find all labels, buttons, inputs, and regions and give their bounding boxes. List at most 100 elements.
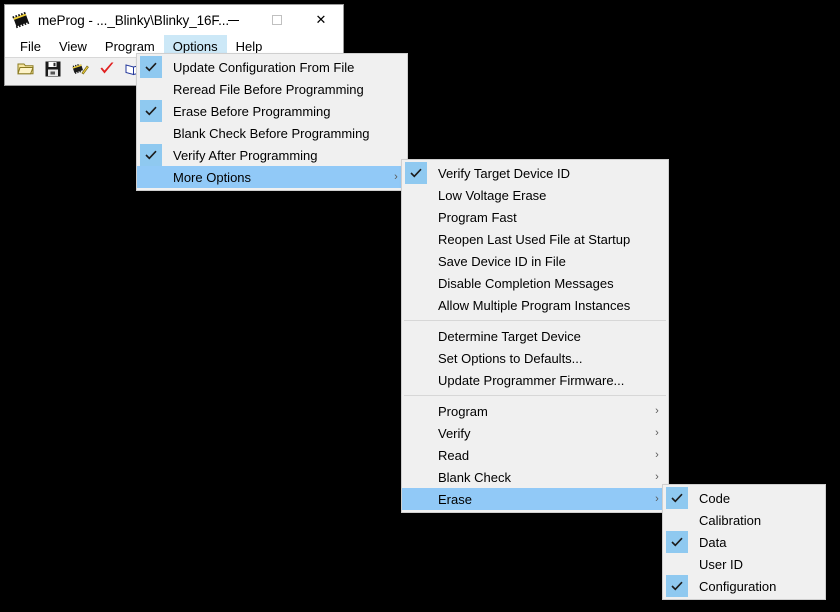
chevron-right-icon: › <box>655 449 659 461</box>
menu-item-verify-target-device-id[interactable]: Verify Target Device ID <box>402 162 668 184</box>
menu-item-label: Update Programmer Firmware... <box>438 372 625 388</box>
checkmark-slot <box>405 369 427 391</box>
menu-item-label: Erase Before Programming <box>173 103 331 119</box>
checkmark-slot <box>405 444 427 466</box>
chip-icon <box>10 9 32 31</box>
menu-item-update-configuration-from-file[interactable]: Update Configuration From File <box>137 56 407 78</box>
menubar-item-file[interactable]: File <box>11 35 50 57</box>
menu-item-label: Data <box>699 534 727 550</box>
checkmark-icon <box>666 531 688 553</box>
menu-item-program-fast[interactable]: Program Fast <box>402 206 668 228</box>
menu-item-set-options-to-defaults[interactable]: Set Options to Defaults... <box>402 347 668 369</box>
menu-item-label: Program <box>438 403 488 419</box>
checkmark-slot <box>405 250 427 272</box>
save-file-icon <box>45 61 61 82</box>
menu-item-blank-check-before-programming[interactable]: Blank Check Before Programming <box>137 122 407 144</box>
options-dropdown-menu: Update Configuration From File Reread Fi… <box>136 53 408 191</box>
checkmark-slot <box>405 272 427 294</box>
chevron-right-icon: › <box>655 471 659 483</box>
open-file-button[interactable] <box>15 61 37 83</box>
menu-item-label: Code <box>699 490 731 506</box>
menu-item-reread-file-before-programming[interactable]: Reread File Before Programming <box>137 78 407 100</box>
menu-item-label: Program Fast <box>438 209 517 225</box>
menu-item-low-voltage-erase[interactable]: Low Voltage Erase <box>402 184 668 206</box>
menu-item-erase-user-id[interactable]: User ID <box>663 553 825 575</box>
menu-item-erase-data[interactable]: Data <box>663 531 825 553</box>
checkmark-slot <box>405 294 427 316</box>
menu-item-erase[interactable]: Erase › <box>402 488 668 510</box>
menu-item-label: Read <box>438 447 470 463</box>
menu-item-label: Reread File Before Programming <box>173 81 364 97</box>
checkmark-slot <box>405 347 427 369</box>
chevron-right-icon: › <box>655 427 659 439</box>
verify-icon <box>99 61 115 82</box>
menu-item-label: Save Device ID in File <box>438 253 566 269</box>
checkmark-slot <box>405 466 427 488</box>
close-icon: ✕ <box>315 12 327 27</box>
menu-item-read[interactable]: Read › <box>402 444 668 466</box>
program-device-button[interactable] <box>69 61 91 83</box>
open-file-icon <box>17 61 35 82</box>
maximize-button[interactable] <box>255 5 299 35</box>
checkmark-icon <box>140 144 162 166</box>
menu-item-blank-check[interactable]: Blank Check › <box>402 466 668 488</box>
menu-item-label: Erase <box>438 491 472 507</box>
menu-item-label: Calibration <box>699 512 762 528</box>
checkmark-slot <box>140 166 162 188</box>
menubar-label: Options <box>172 38 218 54</box>
checkmark-slot <box>405 184 427 206</box>
title-bar[interactable]: meProg - ..._Blinky\Blinky_16F... ✕ <box>5 5 343 35</box>
menu-item-more-options[interactable]: More Options › <box>137 166 407 188</box>
chevron-right-icon: › <box>655 405 659 417</box>
menubar-label: Program <box>104 38 155 54</box>
menu-item-label: Disable Completion Messages <box>438 275 614 291</box>
menu-item-verify-after-programming[interactable]: Verify After Programming <box>137 144 407 166</box>
minimize-button[interactable] <box>211 5 255 35</box>
checkmark-slot <box>405 206 427 228</box>
menu-item-update-programmer-firmware[interactable]: Update Programmer Firmware... <box>402 369 668 391</box>
menu-item-label: Blank Check Before Programming <box>173 125 370 141</box>
checkmark-slot <box>666 509 688 531</box>
checkmark-slot <box>140 122 162 144</box>
menu-item-program[interactable]: Program › <box>402 400 668 422</box>
menu-item-erase-before-programming[interactable]: Erase Before Programming <box>137 100 407 122</box>
menu-item-label: Verify Target Device ID <box>438 165 570 181</box>
menubar-item-view[interactable]: View <box>50 35 96 57</box>
checkmark-icon <box>666 575 688 597</box>
menubar-label: Help <box>235 38 263 54</box>
minimize-icon <box>227 19 239 21</box>
menu-item-label: Update Configuration From File <box>173 59 355 75</box>
program-device-icon <box>71 61 89 82</box>
verify-button[interactable] <box>96 61 118 83</box>
save-file-button[interactable] <box>42 61 64 83</box>
checkmark-slot <box>140 78 162 100</box>
menu-item-label: User ID <box>699 556 744 572</box>
menu-item-label: Configuration <box>699 578 777 594</box>
checkmark-icon <box>140 56 162 78</box>
checkmark-icon <box>405 162 427 184</box>
menu-item-save-device-id-in-file[interactable]: Save Device ID in File <box>402 250 668 272</box>
menu-item-erase-calibration[interactable]: Calibration <box>663 509 825 531</box>
checkmark-slot <box>405 325 427 347</box>
menu-item-determine-target-device[interactable]: Determine Target Device <box>402 325 668 347</box>
close-button[interactable]: ✕ <box>299 5 343 35</box>
menu-item-disable-completion-messages[interactable]: Disable Completion Messages <box>402 272 668 294</box>
menu-item-erase-code[interactable]: Code <box>663 487 825 509</box>
checkmark-slot <box>405 422 427 444</box>
checkmark-slot <box>405 400 427 422</box>
erase-submenu: Code Calibration Data User ID Configurat… <box>662 484 826 600</box>
menu-item-erase-configuration[interactable]: Configuration <box>663 575 825 597</box>
menu-item-verify[interactable]: Verify › <box>402 422 668 444</box>
menu-separator <box>404 320 666 321</box>
menu-item-reopen-last-used-file-at-startup[interactable]: Reopen Last Used File at Startup <box>402 228 668 250</box>
menu-item-label: Set Options to Defaults... <box>438 350 583 366</box>
screen-root: meProg - ..._Blinky\Blinky_16F... ✕ File… <box>0 0 840 612</box>
checkmark-icon <box>140 100 162 122</box>
menu-separator <box>404 395 666 396</box>
menu-item-allow-multiple-program-instances[interactable]: Allow Multiple Program Instances <box>402 294 668 316</box>
window-controls: ✕ <box>211 5 343 35</box>
menu-item-label: Low Voltage Erase <box>438 187 547 203</box>
checkmark-slot <box>405 488 427 510</box>
menubar-label: View <box>58 38 87 54</box>
menu-item-label: More Options <box>173 169 252 185</box>
